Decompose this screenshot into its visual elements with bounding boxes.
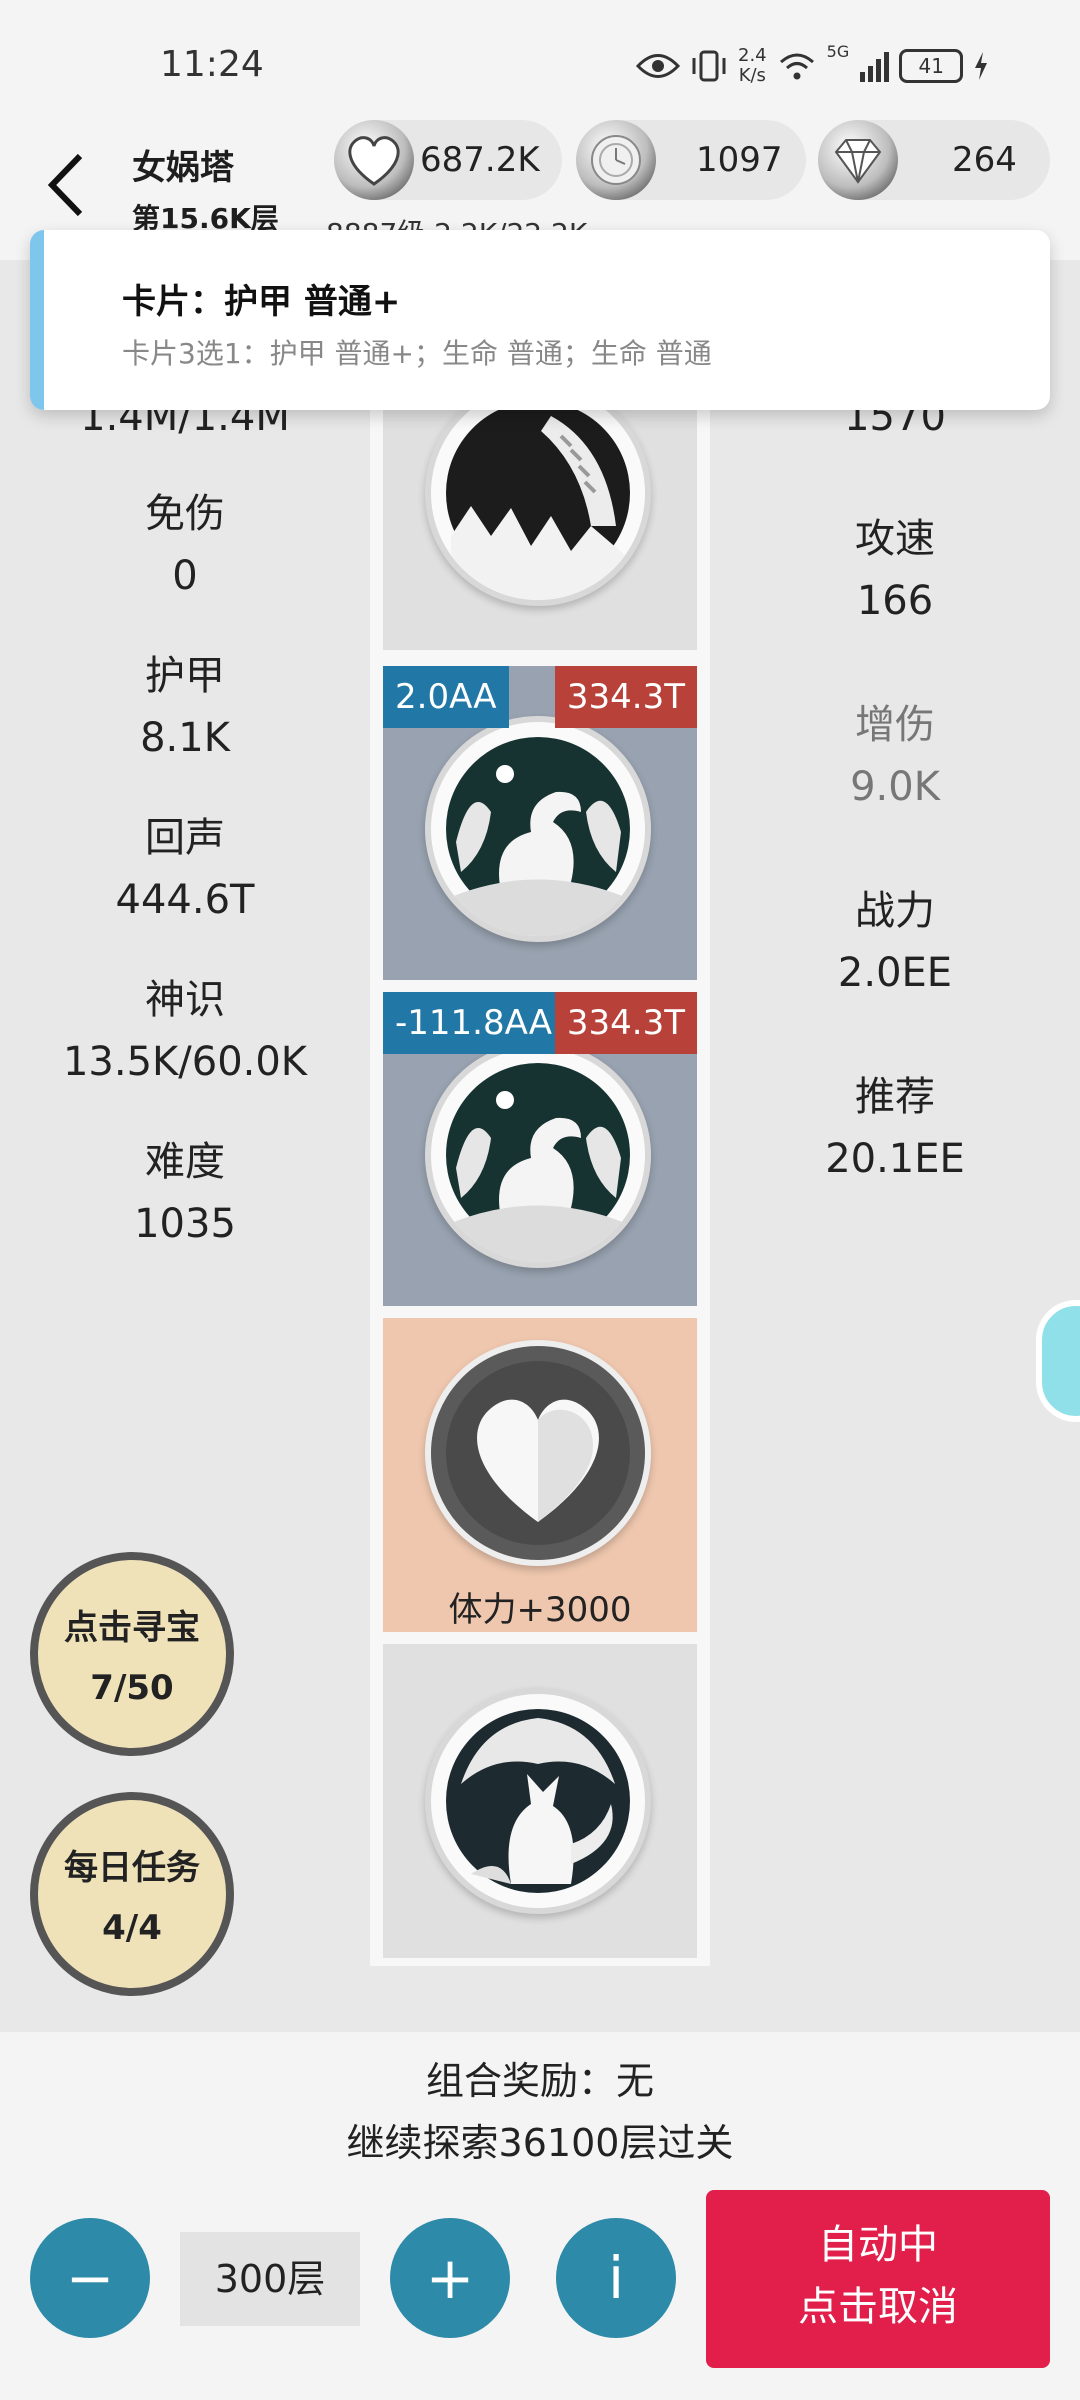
stat-value: 2.0EE xyxy=(837,950,953,996)
resource-diamond[interactable]: 264 xyxy=(818,120,1050,200)
stat-value: 8.1K xyxy=(140,715,230,761)
stat-label: 攻速 xyxy=(855,516,935,562)
net-speed: 2.4 K/s xyxy=(738,46,767,86)
toast-body: 卡片3选1：护甲 普通+；生命 普通；生命 普通 xyxy=(122,337,712,370)
treasure-hunt-button[interactable]: 点击寻宝 7/50 xyxy=(30,1552,234,1756)
stat-divine-sense: 神识 13.5K/60.0K xyxy=(20,969,350,1093)
combo-reward-text: 组合奖励：无 xyxy=(425,2059,654,2103)
daily-tasks-label: 每日任务 xyxy=(64,1848,200,1888)
stat-label: 战力 xyxy=(855,888,935,934)
continue-explore-text: 继续探索36100层过关 xyxy=(346,2121,734,2165)
stat-label: 免伤 xyxy=(145,491,225,537)
auto-status-label: 自动中 xyxy=(818,2222,938,2268)
dragon-medallion-icon xyxy=(425,1042,651,1268)
eye-icon xyxy=(636,54,680,78)
floating-ball-button[interactable] xyxy=(1036,1300,1080,1422)
info-icon: i xyxy=(607,2244,625,2312)
stamina-caption: 体力+3000 xyxy=(448,1590,632,1630)
stat-value: 9.0K xyxy=(850,764,940,810)
floor-step-value[interactable]: 300层 xyxy=(180,2232,360,2326)
resource-heart[interactable]: 687.2K xyxy=(334,120,562,200)
daily-tasks-count: 4/4 xyxy=(102,1908,162,1948)
enemy-power-badge: 2.0AA xyxy=(383,666,509,728)
stat-value: 166 xyxy=(856,578,934,624)
charging-icon xyxy=(975,52,988,80)
daily-tasks-button[interactable]: 每日任务 4/4 xyxy=(30,1792,234,1996)
stat-damage-bonus: 增伤 9.0K xyxy=(730,694,1060,818)
stat-label: 增伤 xyxy=(855,702,935,748)
auto-mode-button[interactable]: 自动中 点击取消 xyxy=(706,2190,1050,2368)
stat-label: 回声 xyxy=(145,815,225,861)
dragon-medallion-icon xyxy=(425,716,651,942)
stat-value: 1035 xyxy=(134,1201,236,1247)
net-speed-unit: K/s xyxy=(738,65,766,86)
chevron-left-icon xyxy=(47,153,83,217)
heart-coin-icon xyxy=(334,120,414,200)
tile-stamina[interactable]: 体力+3000 xyxy=(383,1318,697,1632)
status-icons: 2.4 K/s 5G 41 xyxy=(636,42,989,90)
battery-level: 41 xyxy=(918,54,944,78)
battery-icon: 41 xyxy=(899,49,964,83)
tile-enemy-1[interactable]: 2.0AA 334.3T xyxy=(383,666,697,980)
status-bar: 11:24 2.4 K/s 5G 41 xyxy=(0,0,1080,130)
decrease-floor-button[interactable]: − xyxy=(30,2218,150,2338)
stat-label: 推荐 xyxy=(855,1074,935,1120)
stat-difficulty: 难度 1035 xyxy=(20,1131,350,1255)
treasure-hunt-label: 点击寻宝 xyxy=(64,1608,200,1648)
enemy-reward-badge: 334.3T xyxy=(554,666,697,728)
network-label: 5G xyxy=(826,42,850,61)
stairs-medallion-icon xyxy=(425,380,651,606)
page-title: 女娲塔 xyxy=(132,148,234,188)
stat-damage-reduction: 免伤 0 xyxy=(20,483,350,607)
stat-power: 战力 2.0EE xyxy=(730,880,1060,1004)
auto-cancel-label: 点击取消 xyxy=(798,2284,958,2330)
diamond-coin-icon xyxy=(818,120,898,200)
toast-accent-bar xyxy=(30,230,44,410)
resource-value: 1097 xyxy=(696,140,783,180)
stat-recommended: 推荐 20.1EE xyxy=(730,1066,1060,1190)
heart-medallion-icon xyxy=(425,1340,651,1566)
enemy-power-badge: -111.8AA xyxy=(383,992,565,1054)
stat-value: 13.5K/60.0K xyxy=(62,1039,308,1085)
stat-label: 神识 xyxy=(145,977,225,1023)
signal-icon xyxy=(860,52,890,82)
stat-echo: 回声 444.6T xyxy=(20,807,350,931)
status-time: 11:24 xyxy=(160,44,264,85)
minus-icon: − xyxy=(65,2244,115,2312)
fox-medallion-icon xyxy=(425,1688,651,1914)
enemy-reward-badge: 334.3T xyxy=(554,992,697,1054)
stat-label: 护甲 xyxy=(145,653,225,699)
tile-enemy-2[interactable]: -111.8AA 334.3T xyxy=(383,992,697,1306)
back-button[interactable] xyxy=(44,150,88,220)
resource-value: 687.2K xyxy=(420,140,540,180)
stat-attack-speed: 攻速 166 xyxy=(730,508,1060,632)
clock-coin-icon xyxy=(576,120,656,200)
net-speed-value: 2.4 xyxy=(738,45,767,66)
wifi-icon xyxy=(779,53,814,80)
stat-value: 0 xyxy=(172,553,198,599)
stat-value: 20.1EE xyxy=(825,1136,965,1182)
toast-title: 卡片：护甲 普通+ xyxy=(122,282,401,322)
stat-label: 难度 xyxy=(145,1139,225,1185)
info-button[interactable]: i xyxy=(556,2218,676,2338)
plus-icon: + xyxy=(425,2244,475,2312)
vibrate-icon xyxy=(692,50,726,82)
resource-value: 264 xyxy=(952,140,1017,180)
resource-clock[interactable]: 1097 xyxy=(576,120,806,200)
treasure-hunt-count: 7/50 xyxy=(90,1668,174,1708)
tile-fox[interactable] xyxy=(383,1644,697,1958)
stat-value: 444.6T xyxy=(115,877,255,923)
stat-armor: 护甲 8.1K xyxy=(20,645,350,769)
card-toast: 卡片：护甲 普通+ 卡片3选1：护甲 普通+；生命 普通；生命 普通 xyxy=(30,230,1050,410)
increase-floor-button[interactable]: + xyxy=(390,2218,510,2338)
